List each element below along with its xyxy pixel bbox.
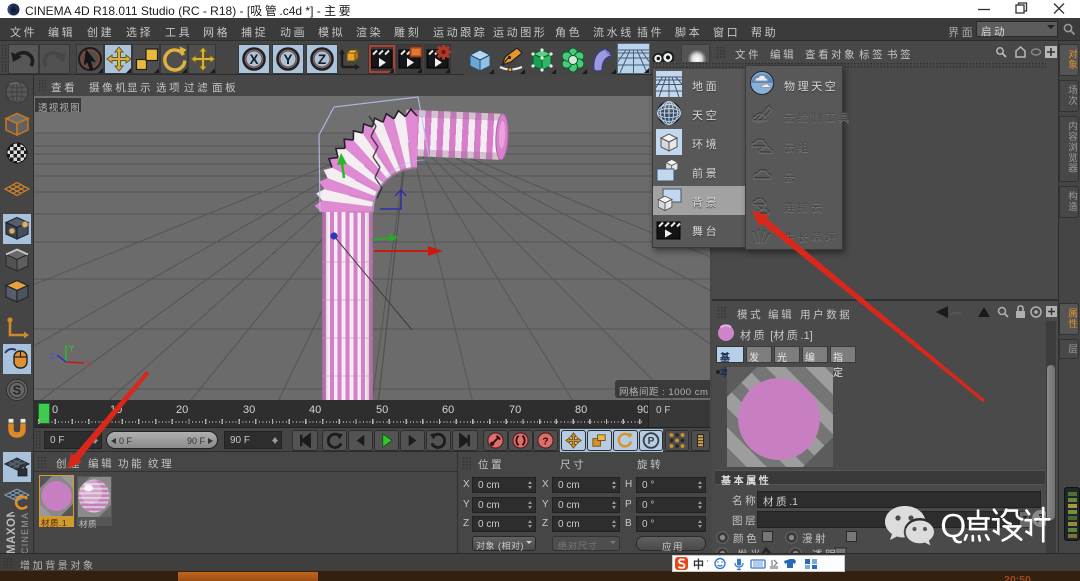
svg-text:': ' bbox=[707, 559, 709, 568]
svg-text:中: 中 bbox=[693, 557, 704, 571]
svg-text:Q: Q bbox=[940, 508, 966, 545]
svg-text:MAXON: MAXON bbox=[6, 512, 18, 554]
svg-text:X: X bbox=[86, 360, 92, 369]
svg-text:Z: Z bbox=[50, 352, 55, 361]
svg-text:?: ? bbox=[542, 436, 548, 447]
svg-text:Y: Y bbox=[69, 344, 75, 353]
svg-text:Z: Z bbox=[318, 52, 326, 67]
svg-text:Y: Y bbox=[283, 52, 292, 67]
svg-text:S: S bbox=[13, 383, 22, 398]
svg-text:CINEMA: CINEMA bbox=[20, 512, 30, 554]
svg-text:P: P bbox=[648, 436, 655, 447]
svg-text:X: X bbox=[249, 52, 258, 67]
